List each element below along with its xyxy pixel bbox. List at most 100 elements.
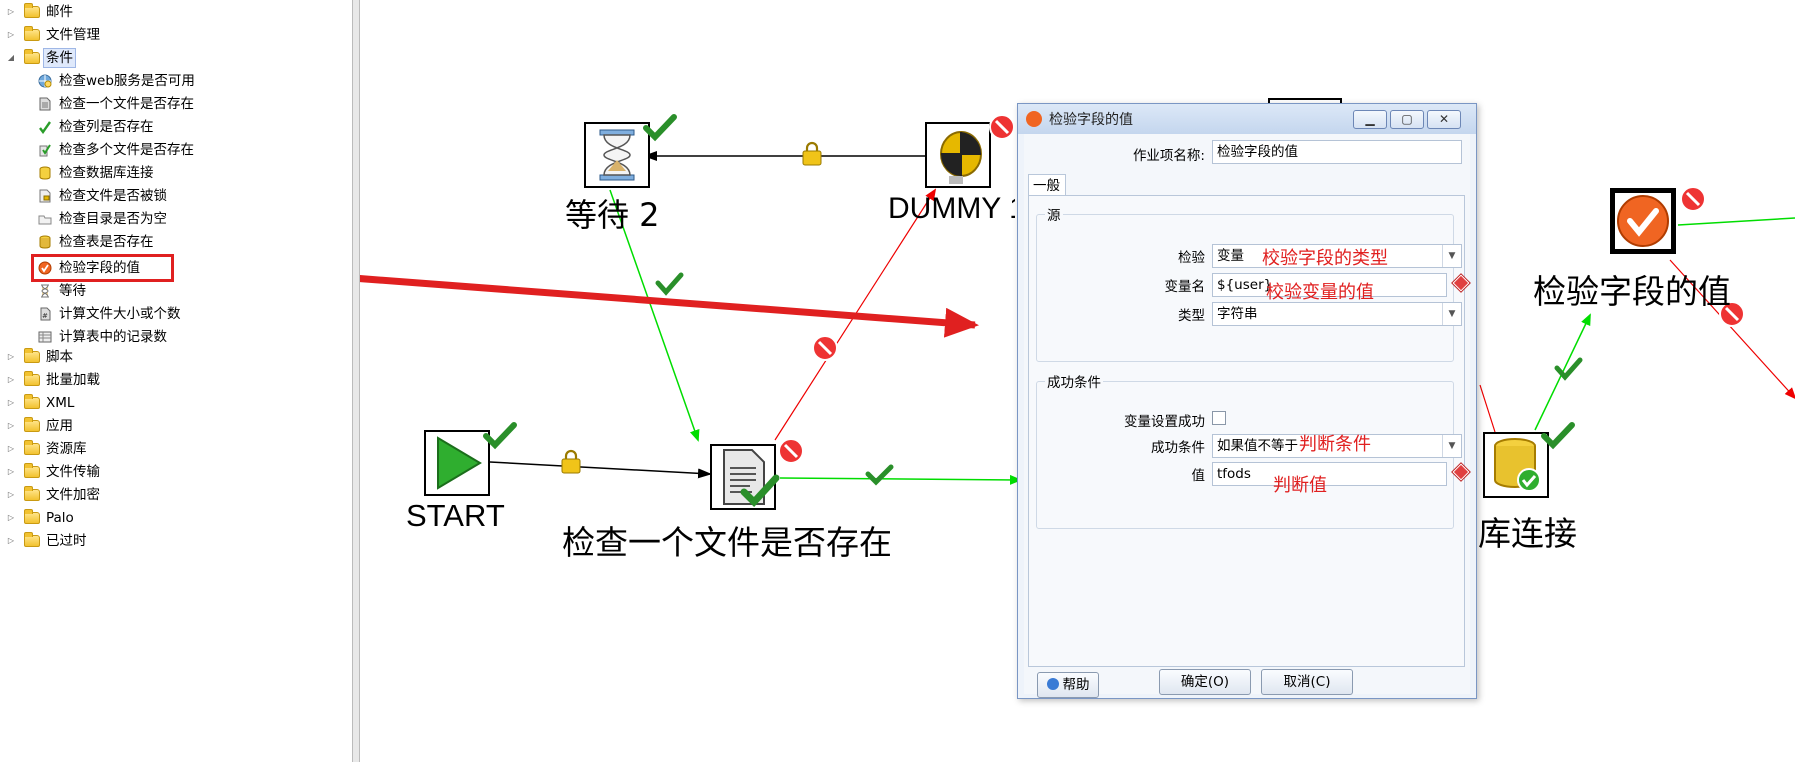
hop-checkfile-to-right[interactable]: [779, 474, 1022, 485]
step-tree-panel: ▷ 邮件 ▷ 文件管理 ◢ 条件 检查web服务是否可用 检查一个文件是否存在 …: [0, 0, 354, 762]
expand-icon[interactable]: ▷: [6, 393, 16, 413]
expand-icon[interactable]: ▷: [6, 347, 16, 367]
cancel-button[interactable]: 取消(C): [1261, 669, 1353, 695]
tree-folder-file-transfer[interactable]: ▷ 文件传输: [6, 462, 126, 482]
job-entry-caption: 检查一个文件是否存在: [562, 523, 892, 562]
folder-icon: [24, 371, 40, 386]
dropdown-arrow-icon[interactable]: ▼: [1442, 245, 1461, 267]
job-entry-wait[interactable]: [584, 122, 650, 188]
entry-status-check-icon: [740, 474, 780, 508]
tree-folder-conditions[interactable]: ◢ 条件: [6, 48, 126, 68]
folder-icon: [24, 348, 40, 363]
tree-folder-palo[interactable]: ▷ Palo: [6, 508, 126, 528]
hourglass-icon: [599, 129, 635, 181]
minimize-button[interactable]: ▁: [1353, 110, 1387, 129]
expand-icon[interactable]: ▷: [6, 485, 16, 505]
empty-folder-icon: [38, 215, 52, 225]
hop-success-icon: [655, 272, 684, 296]
expand-icon[interactable]: ▷: [6, 370, 16, 390]
folder-icon: [24, 394, 40, 409]
tree-folder-file-management[interactable]: ▷ 文件管理: [6, 25, 126, 45]
check-label: 检验: [1178, 250, 1205, 266]
dropdown-arrow-icon[interactable]: ▼: [1442, 303, 1461, 325]
annotation-var-value: 校验变量的值: [1266, 282, 1374, 303]
tree-item-label: 检查文件是否被锁: [59, 188, 167, 204]
expand-icon[interactable]: ▷: [6, 416, 16, 436]
hop-success-icon: [865, 464, 894, 486]
help-button[interactable]: 帮助: [1037, 672, 1099, 698]
table-count-icon: [38, 331, 52, 343]
job-entry-caption: 检验字段的值: [1533, 272, 1731, 311]
open-folder-icon: [24, 49, 40, 64]
folder-icon: [24, 486, 40, 501]
tab-general[interactable]: 一般: [1028, 174, 1066, 196]
maximize-button[interactable]: ▢: [1390, 110, 1424, 129]
locked-file-icon: [39, 189, 51, 203]
job-entry-dummy[interactable]: [925, 122, 991, 188]
expand-icon[interactable]: ▷: [6, 439, 16, 459]
dropdown-arrow-icon[interactable]: ▼: [1442, 435, 1461, 457]
dialog-titlebar[interactable]: 检验字段的值 ▁ ▢ ✕: [1018, 104, 1476, 134]
folder-icon: [24, 26, 40, 41]
success-condition-value: 如果值不等于: [1217, 438, 1298, 454]
tree-item-label: 检查表是否存在: [59, 234, 154, 250]
entry-fail-icon: [1680, 186, 1706, 212]
help-icon: [1046, 678, 1059, 690]
collapse-icon[interactable]: ◢: [6, 48, 16, 68]
tree-folder-label: XML: [46, 395, 75, 411]
tree-folder-xml[interactable]: ▷ XML: [6, 393, 126, 413]
annotation-value: 判断值: [1273, 475, 1327, 496]
tree-folder-label: Palo: [46, 510, 74, 526]
ok-button[interactable]: 确定(O): [1159, 669, 1251, 695]
tree-folder-label: 条件: [43, 48, 76, 68]
validate-field-icon: [1617, 195, 1669, 247]
expand-icon[interactable]: ▷: [6, 2, 16, 22]
expand-icon[interactable]: ▷: [6, 531, 16, 551]
entry-status-check-icon: [483, 422, 517, 450]
hop-start-to-checkfile[interactable]: [489, 461, 712, 479]
panel-splitter[interactable]: [352, 0, 360, 762]
tree-folder-application[interactable]: ▷ 应用: [6, 416, 126, 436]
var-set-success-checkbox[interactable]: [1212, 411, 1226, 425]
tree-folder-mail[interactable]: ▷ 邮件: [6, 2, 126, 22]
entry-status-check-icon: [643, 114, 677, 142]
hop-into-db-red[interactable]: [1479, 384, 1496, 433]
database-icon: [39, 166, 51, 180]
lock-icon: [561, 449, 581, 474]
help-button-label: 帮助: [1062, 677, 1090, 693]
tree-folder-bulk-load[interactable]: ▷ 批量加载: [6, 370, 126, 390]
tree-folder-label: 已过时: [46, 533, 87, 549]
type-value: 字符串: [1217, 306, 1258, 322]
job-entry-name-input[interactable]: 检验字段的值: [1212, 140, 1462, 164]
tree-item-label: 检查多个文件是否存在: [59, 142, 194, 158]
tree-item-label: 检查一个文件是否存在: [59, 96, 194, 112]
close-button[interactable]: ✕: [1427, 110, 1461, 129]
job-entry-caption: START: [406, 498, 505, 533]
type-select[interactable]: 字符串 ▼: [1212, 302, 1462, 326]
check-value: 变量: [1217, 248, 1244, 264]
start-play-icon: [437, 436, 482, 490]
value-input[interactable]: tfods: [1212, 462, 1447, 486]
tree-folder-script[interactable]: ▷ 脚本: [6, 347, 126, 367]
hourglass-icon: [41, 284, 49, 298]
hop-validate-right-green[interactable]: [1677, 217, 1795, 226]
annotation-field-type: 校验字段的类型: [1262, 248, 1388, 269]
job-entry-caption: 等待 2: [565, 196, 660, 234]
tree-folder-label: 资源库: [46, 441, 87, 457]
folder-icon: [24, 440, 40, 455]
hop-fail-icon: [812, 335, 838, 361]
tree-item-label: 检查列是否存在: [59, 119, 154, 135]
expand-icon[interactable]: ▷: [6, 25, 16, 45]
tree-folder-repository[interactable]: ▷ 资源库: [6, 439, 126, 459]
var-set-success-label: 变量设置成功: [1124, 414, 1205, 430]
job-entry-start[interactable]: [424, 430, 490, 496]
tree-folder-label: 批量加载: [46, 372, 100, 388]
job-entry-caption: DUMMY 1: [888, 192, 1015, 225]
tree-item-label: 检查目录是否为空: [59, 211, 167, 227]
job-entry-validate-field[interactable]: [1610, 188, 1676, 254]
expand-icon[interactable]: ▷: [6, 462, 16, 482]
expand-icon[interactable]: ▷: [6, 508, 16, 528]
folder-icon: [24, 509, 40, 524]
tree-folder-deprecated[interactable]: ▷ 已过时: [6, 531, 126, 551]
tree-folder-file-encryption[interactable]: ▷ 文件加密: [6, 485, 126, 505]
